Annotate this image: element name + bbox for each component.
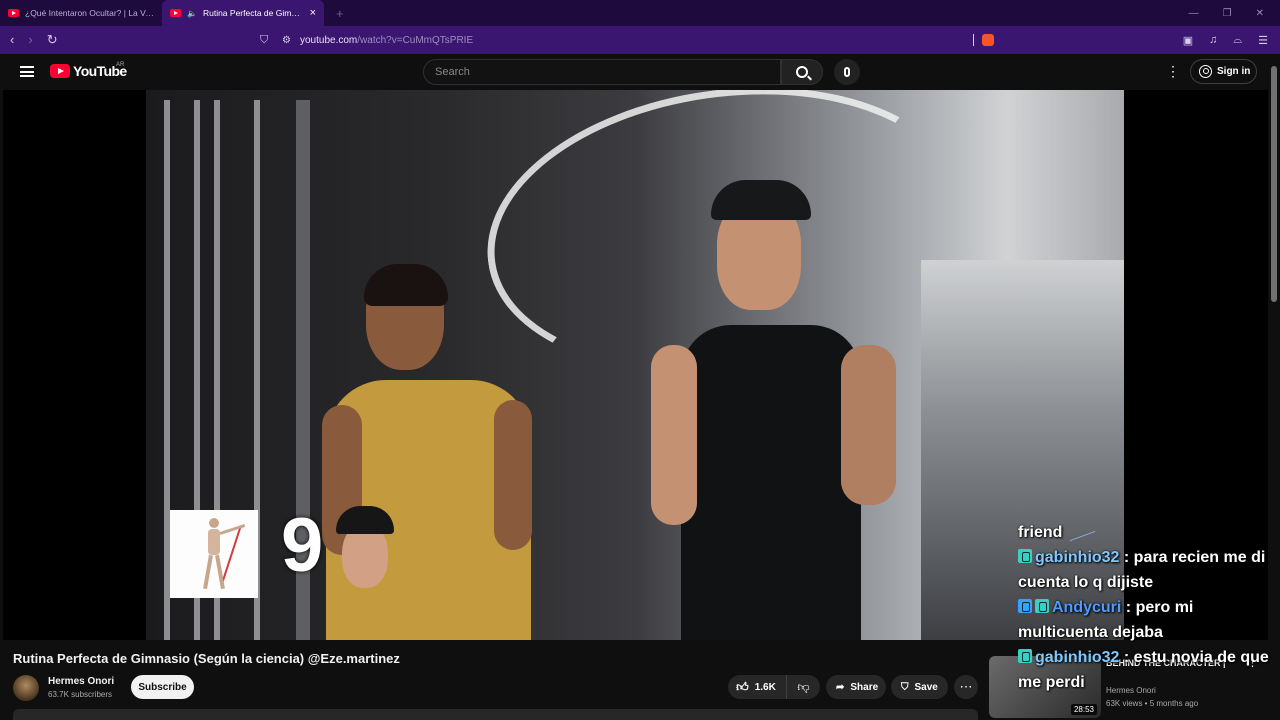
ellipsis-icon: ⋯ <box>959 679 973 694</box>
chat-text: friend <box>1018 524 1063 541</box>
new-tab-button[interactable]: + <box>336 6 344 21</box>
glasses-icon[interactable]: ⌓ <box>1233 34 1242 47</box>
channel-avatar[interactable] <box>13 675 39 701</box>
like-dislike-group: 👍︎ 1.6K 👎︎ <box>728 675 820 699</box>
chat-message: gabinhio32 : para recien me di cuenta lo… <box>1018 545 1273 595</box>
settings-kebab-icon[interactable]: ⋮ <box>1166 64 1180 78</box>
chat-username: gabinhio32 <box>1035 649 1120 666</box>
browser-tab[interactable]: ¿Qué Intentaron Ocultar? | La Verdad <box>0 0 162 26</box>
tab-title: ¿Qué Intentaron Ocultar? | La Verdad <box>25 8 154 18</box>
navigation-buttons: ‹ › ↻ <box>0 32 260 48</box>
video-title: Rutina Perfecta de Gimnasio (Según la ci… <box>13 651 400 666</box>
brave-shield-icon[interactable] <box>982 34 994 46</box>
minimize-icon[interactable]: — <box>1189 8 1199 19</box>
hamburger-menu-icon[interactable] <box>20 66 34 77</box>
description-box[interactable] <box>13 709 978 720</box>
screenshot-icon[interactable]: ▣ <box>1183 34 1193 47</box>
window-controls: — ❐ ✕ <box>1189 8 1280 19</box>
subscribe-button[interactable]: Subscribe <box>131 675 194 699</box>
country-code: AR <box>116 62 125 68</box>
youtube-favicon-icon <box>8 9 19 17</box>
browser-toolbar: ‹ › ↻ ⛉ ⚙ youtube.com/watch?v=CuMmQTsPRI… <box>0 26 1280 54</box>
close-tab-icon[interactable]: × <box>310 7 316 19</box>
sign-in-label: Sign in <box>1217 66 1251 77</box>
subscriber-badge-icon <box>1018 649 1032 663</box>
browser-tab-active[interactable]: 🔈 Rutina Perfecta de Gimnasio ( × <box>162 0 324 26</box>
share-label: Share <box>850 681 879 693</box>
like-button[interactable]: 👍︎ 1.6K <box>728 675 784 699</box>
chat-overlay: friend gabinhio32 : para recien me di cu… <box>1018 520 1273 695</box>
share-button[interactable]: ➦ Share <box>826 675 886 699</box>
scrollbar-thumb[interactable] <box>1271 66 1277 302</box>
close-window-icon[interactable]: ✕ <box>1256 8 1264 19</box>
search-button[interactable] <box>781 59 823 85</box>
chat-username: Andycuri <box>1052 599 1122 616</box>
youtube-header: YouTube AR ⋮ Sign in <box>0 54 1268 90</box>
reload-icon[interactable]: ↻ <box>47 32 58 48</box>
browser-tab-strip: ¿Qué Intentaron Ocultar? | La Verdad 🔈 R… <box>0 0 1280 26</box>
dislike-button[interactable]: 👎︎ <box>786 675 820 699</box>
menu-icon[interactable]: ☰ <box>1258 34 1268 47</box>
subscriber-badge-icon <box>1018 549 1032 563</box>
youtube-favicon-icon <box>170 9 181 17</box>
url-path: /watch?v=CuMmQTsPRIE <box>357 34 474 46</box>
like-count: 1.6K <box>754 681 776 693</box>
exercise-counter: 9 <box>281 503 324 588</box>
site-settings-icon[interactable]: ⚙ <box>282 35 300 46</box>
search-icon <box>796 66 808 78</box>
maximize-icon[interactable]: ❐ <box>1223 8 1232 19</box>
browser-extensions: ▣ ♫ ⌓ ☰ <box>1183 34 1280 47</box>
search-box <box>423 59 781 85</box>
subscriber-badge-icon <box>1035 599 1049 613</box>
music-icon[interactable]: ♫ <box>1209 34 1217 46</box>
more-actions-button[interactable]: ⋯ <box>954 675 978 699</box>
youtube-play-icon <box>50 64 70 78</box>
voice-search-button[interactable] <box>834 59 860 85</box>
emote-icon <box>1070 522 1097 542</box>
chat-message: Andycuri : pero mi multicuenta dejaba <box>1018 595 1273 645</box>
address-field[interactable]: youtube.com/watch?v=CuMmQTsPRIE <box>300 35 473 46</box>
back-icon[interactable]: ‹ <box>10 32 14 48</box>
thumbs-up-icon: 👍︎ <box>736 679 749 694</box>
tab-title: Rutina Perfecta de Gimnasio ( <box>202 8 304 18</box>
video-duration: 28:53 <box>1070 704 1097 715</box>
save-label: Save <box>914 681 938 693</box>
sign-in-button[interactable]: Sign in <box>1190 59 1257 84</box>
person-black-tank <box>651 180 901 640</box>
speaker-icon[interactable]: 🔈 <box>187 9 197 18</box>
save-button[interactable]: ⛉ Save <box>891 675 948 699</box>
share-icon: ➦ <box>836 681 845 693</box>
microphone-icon <box>844 67 850 77</box>
chat-message: friend <box>1018 520 1273 545</box>
search-input[interactable] <box>424 60 780 84</box>
streamer-face-overlay <box>334 506 396 592</box>
bookmark-icon: ⛉ <box>901 681 909 693</box>
recommended-meta: 63K views • 5 months ago <box>1106 699 1199 708</box>
chat-message: gabinhio32 : estu novia de que me perdi <box>1018 645 1273 695</box>
forward-icon[interactable]: › <box>28 32 32 48</box>
bookmark-icon[interactable]: ⛉ <box>260 34 282 47</box>
url-host: youtube.com <box>300 34 358 46</box>
chat-username: gabinhio32 <box>1035 549 1120 566</box>
user-icon <box>1199 65 1212 78</box>
thumbs-down-icon: 👎︎ <box>797 679 810 694</box>
exercise-illustration <box>170 510 258 598</box>
prime-badge-icon <box>1018 599 1032 613</box>
channel-name[interactable]: Hermes Onori <box>48 676 114 687</box>
toolbar-divider <box>973 34 974 46</box>
subscriber-count: 63.7K subscribers <box>48 690 113 699</box>
